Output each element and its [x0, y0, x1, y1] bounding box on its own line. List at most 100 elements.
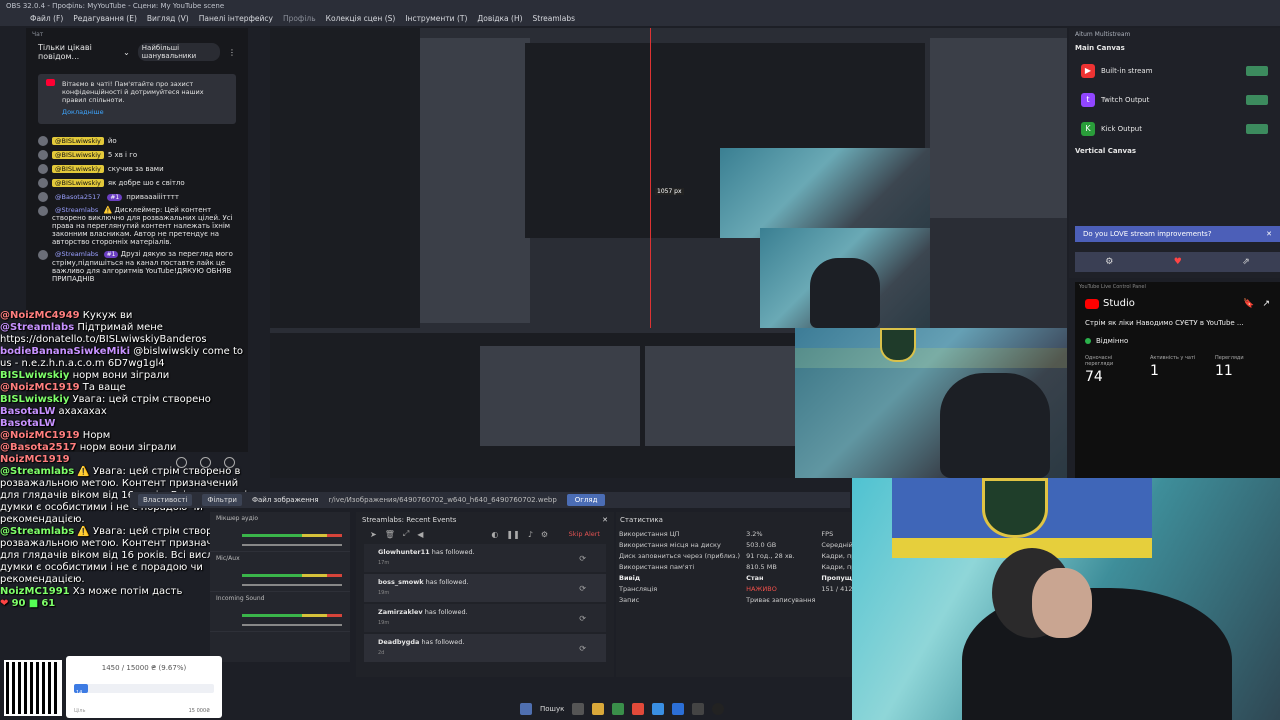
streamer-face — [1032, 568, 1092, 638]
app-icon[interactable] — [612, 703, 625, 715]
stream-title: Стрім як ліки Наводимо СУЄТУ в YouTube .… — [1085, 319, 1244, 327]
preview-nested-stats — [645, 346, 795, 446]
file-label: Файл зображення — [251, 496, 319, 504]
share-icon[interactable]: ↗ — [1262, 299, 1270, 309]
filters-button[interactable]: Фільтри — [202, 494, 242, 506]
volume-icon[interactable]: ♪ — [528, 530, 533, 539]
overlay-line: BasotaLW ахахахах — [0, 406, 107, 417]
chevron-down-icon[interactable]: ⌄ — [123, 48, 130, 57]
chat-text: 5 хв і го — [107, 151, 138, 159]
app-icon[interactable] — [692, 703, 705, 715]
output-builtin[interactable]: ▶ Built-in stream — [1069, 56, 1280, 85]
mute-icon[interactable]: ◀ — [417, 530, 423, 539]
chat-username[interactable]: @Streamlabs — [52, 250, 101, 258]
output-toggle[interactable] — [1246, 65, 1268, 76]
replay-icon[interactable]: ⟳ — [579, 584, 586, 593]
popout-icon[interactable]: ⤢ — [403, 529, 409, 539]
chat-username[interactable]: @BISLwiwskiy — [52, 151, 104, 159]
overlay-line: @NoizMC4949 Кукуж ви — [0, 310, 133, 321]
properties-button[interactable]: Властивості — [138, 494, 193, 506]
chat-username[interactable]: @Basota2517 — [52, 193, 103, 201]
learn-more-link[interactable]: Докладніше — [62, 108, 226, 116]
menu-docks[interactable]: Панелі інтерфейсу — [199, 12, 273, 26]
replay-icon[interactable]: ⟳ — [579, 554, 586, 563]
gear-icon[interactable]: ⚙ — [1105, 257, 1113, 267]
stat-chat-activity: Активність у чаті 1 — [1150, 355, 1196, 379]
windows-start-icon[interactable] — [520, 703, 532, 715]
events-title-bar: Streamlabs: Recent Events ✕ — [356, 512, 614, 526]
chat-filter[interactable]: Тільки цікаві повідом... ⌄ Найбільші шан… — [26, 42, 248, 62]
top-fans-pill[interactable]: Найбільші шанувальники — [137, 43, 220, 61]
skip-alert-button[interactable]: Skip Alert — [569, 530, 600, 538]
menu-view[interactable]: Вигляд (V) — [147, 12, 189, 26]
taskbar-search[interactable]: Пошук — [540, 705, 564, 713]
youtube-icon: ▶ — [1081, 63, 1095, 78]
channel-label: Mic/Aux — [216, 555, 240, 562]
file-path[interactable]: r/ive/Изображения/6490760702_w640_h640_6… — [329, 496, 557, 504]
menu-file[interactable]: Файл (F) — [30, 12, 63, 26]
improve-question: Do you LOVE stream improvements? — [1083, 230, 1212, 238]
mixer-title: Мікшер аудіо — [216, 515, 259, 522]
share-icon[interactable]: ⇗ — [1242, 257, 1250, 267]
donation-progress-fill: 14 — [74, 684, 88, 696]
output-toggle[interactable] — [1246, 94, 1268, 105]
close-icon[interactable]: ✕ — [602, 516, 608, 524]
shield-emblem — [880, 328, 916, 362]
overlay-line: BISLwiwskiy норм вони зіграли — [0, 370, 170, 381]
dimension-label: 1057 px — [655, 188, 684, 195]
bookmark-icon[interactable]: 🔖 — [1243, 299, 1254, 309]
obs-icon[interactable] — [712, 703, 725, 715]
menu-profile[interactable]: Профіль — [283, 12, 316, 26]
improve-banner[interactable]: Do you LOVE stream improvements? ✕ — [1075, 226, 1280, 242]
folder-icon[interactable] — [592, 703, 605, 715]
chat-username[interactable]: @BISLwiwskiy — [52, 137, 104, 145]
app-icon[interactable] — [632, 703, 645, 715]
recent-events-panel: Streamlabs: Recent Events ✕ ➤ 🗑 ⤢ ◀ ◐ ❚❚ … — [356, 512, 614, 677]
browser-icon[interactable] — [652, 703, 665, 715]
heart-icon[interactable]: ♥ — [1174, 257, 1182, 267]
chat-username[interactable]: @BISLwiwskiy — [52, 165, 104, 173]
task-view-icon[interactable] — [572, 703, 585, 715]
more-icon[interactable]: ⋮ — [228, 48, 236, 57]
menu-scene-collection[interactable]: Колекція сцен (S) — [326, 12, 396, 26]
output-kick[interactable]: K Kick Output — [1069, 114, 1280, 143]
preview-chat-tile — [270, 28, 420, 328]
preview-nested-obs — [420, 38, 530, 323]
donation-amount: 1450 / 15000 ₴ (9.67%) — [101, 664, 187, 672]
send-icon[interactable]: ➤ — [370, 530, 377, 539]
avatar — [38, 178, 48, 188]
menu-help[interactable]: Довідка (H) — [477, 12, 522, 26]
chat-filter-label[interactable]: Тільки цікаві повідом... — [38, 43, 115, 61]
close-icon[interactable]: ✕ — [1266, 230, 1272, 238]
stats-panel: Статистика Використання ЦП 3.2% FPS Викори… — [616, 512, 930, 677]
audio-mixer: Мікшер аудіо Mic/Aux Incoming Sound — [210, 512, 350, 662]
replay-icon[interactable]: ⟳ — [579, 614, 586, 623]
browse-button[interactable]: Огляд — [566, 494, 606, 506]
settings-icon[interactable]: ⚙ — [541, 530, 548, 539]
streamer-figure — [940, 373, 1050, 478]
improve-actions: ⚙ ♥ ⇗ — [1075, 252, 1280, 272]
trash-icon[interactable]: 🗑 — [385, 530, 395, 539]
volume-slider[interactable] — [242, 624, 342, 626]
panel-caption: YouTube Live Control Panel — [1079, 284, 1146, 290]
menu-edit[interactable]: Редагування (E) — [73, 12, 137, 26]
obs-preview[interactable] — [270, 28, 1067, 478]
volume-slider[interactable] — [242, 584, 342, 586]
chat-username[interactable]: @BISLwiwskiy — [52, 179, 104, 187]
chat-username[interactable]: @Streamlabs — [52, 206, 101, 214]
filter-icon[interactable]: ◐ — [491, 530, 498, 539]
menu-streamlabs[interactable]: Streamlabs — [533, 12, 575, 26]
main-canvas-label: Main Canvas — [1075, 44, 1125, 52]
output-toggle[interactable] — [1246, 123, 1268, 134]
member-badge: #1 — [103, 251, 119, 258]
output-twitch[interactable]: t Twitch Output — [1069, 85, 1280, 114]
replay-icon[interactable]: ⟳ — [579, 644, 586, 653]
stat-concurrent: Одночасні перегляди 74 — [1085, 355, 1114, 385]
menu-tools[interactable]: Інструменти (T) — [405, 12, 467, 26]
status-dot — [1085, 338, 1091, 344]
preview-nested-multistream — [930, 38, 1067, 218]
stats-title: Статистика — [620, 516, 663, 524]
app-icon[interactable] — [672, 703, 685, 715]
volume-slider[interactable] — [242, 544, 342, 546]
pause-icon[interactable]: ❚❚ — [506, 530, 519, 539]
